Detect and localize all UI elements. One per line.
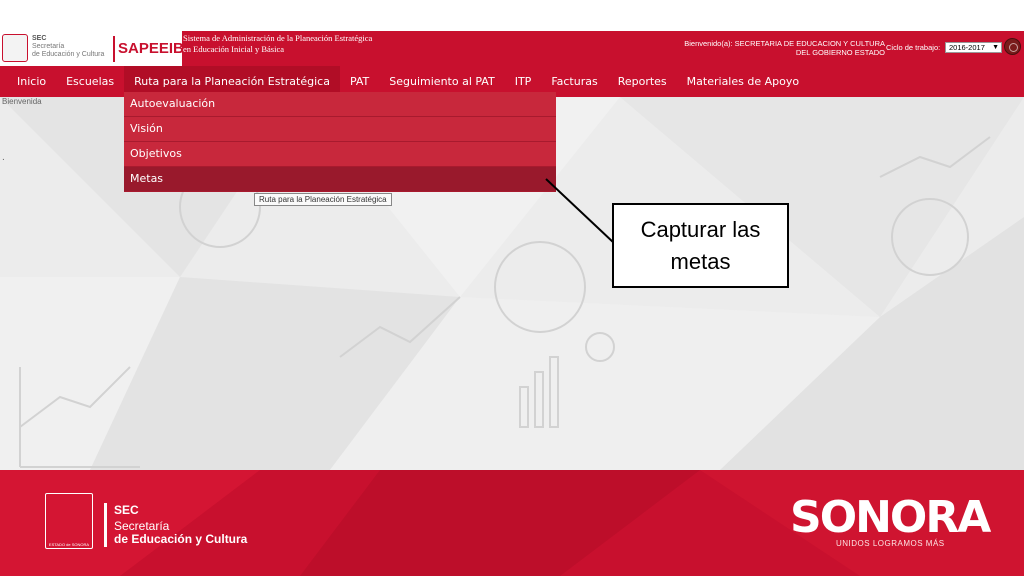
callout-text: Capturar las metas [640,216,761,274]
state-emblem-icon [45,493,93,549]
emblem-label: ESTADO de SONORA [48,542,90,547]
footer-educacion: de Educación y Cultura [114,532,248,546]
footer-sec: SEC [114,503,139,517]
sonora-tagline: UNIDOS LOGRAMOS MÁS [836,539,945,548]
footer-separator [104,503,107,547]
callout-box: Capturar las metas [612,203,789,288]
